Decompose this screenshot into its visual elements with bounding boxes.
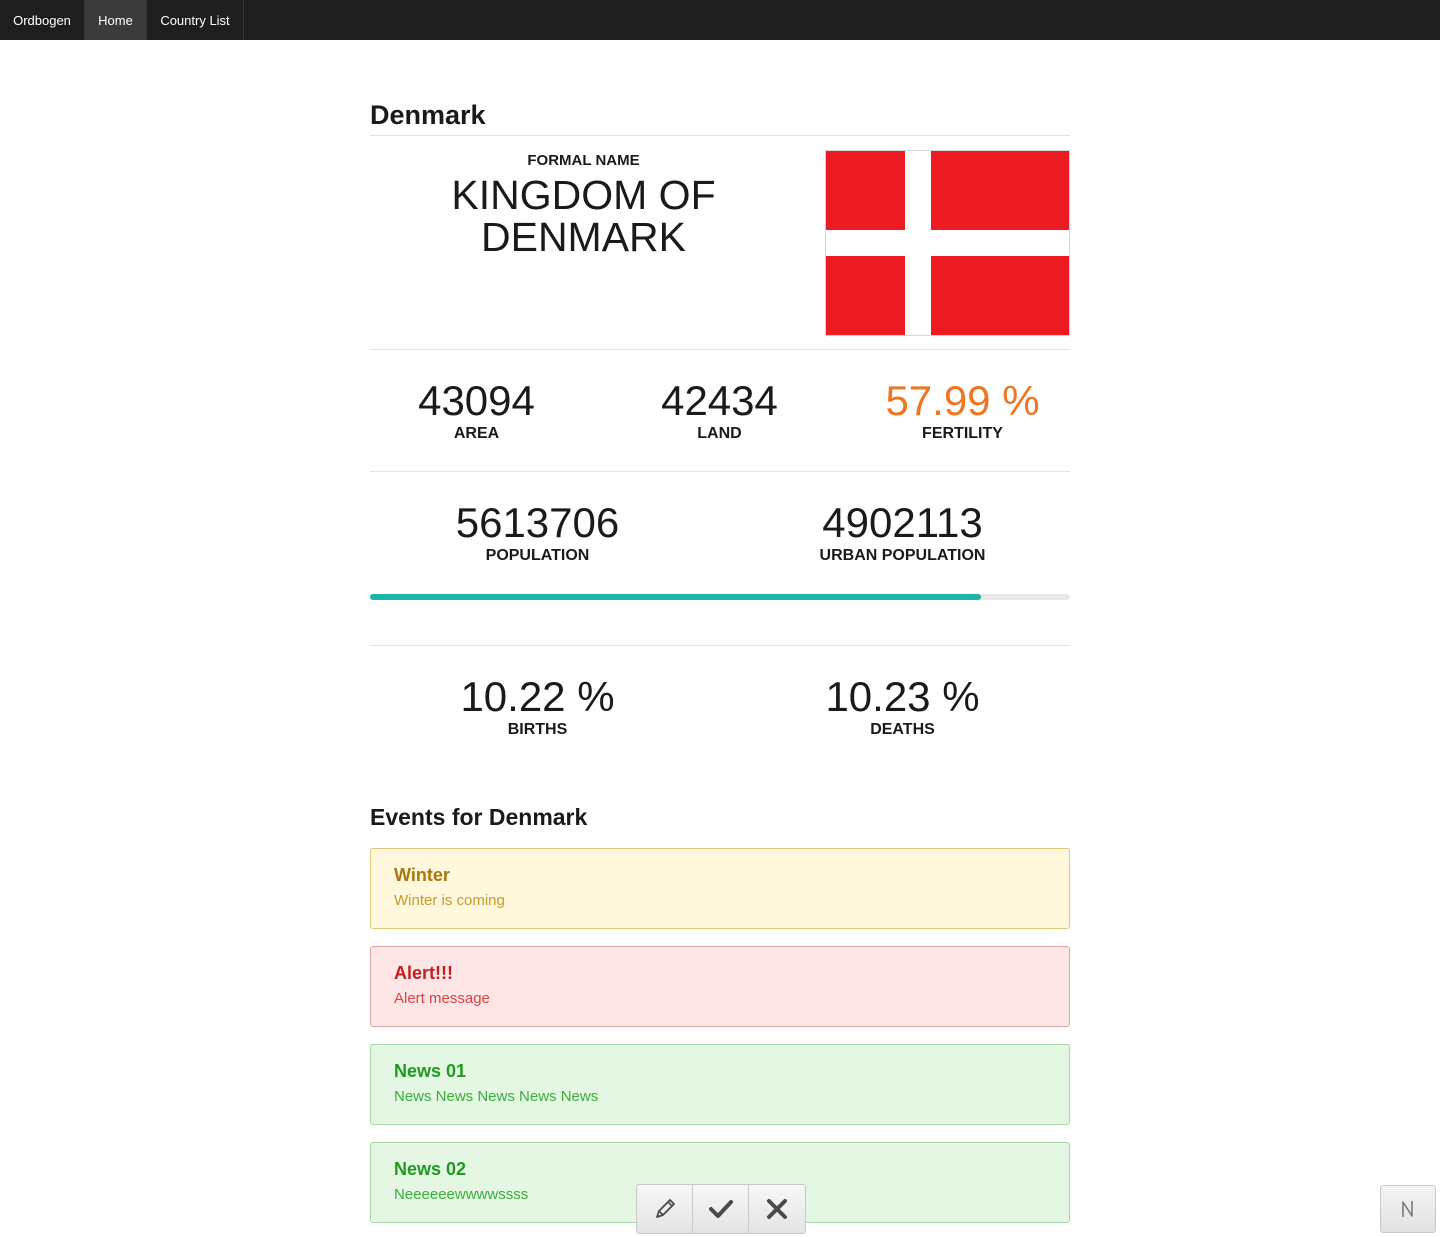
event-message: News News News News News xyxy=(394,1088,599,1105)
close-icon xyxy=(767,1199,787,1219)
urban-population-progress-fill xyxy=(370,594,982,600)
stat-fertility-value: 57.99 % xyxy=(885,377,1040,424)
brand-link[interactable]: Ordbogen xyxy=(0,0,85,40)
stat-births: 10.22 % BIRTHS xyxy=(370,674,705,740)
stat-deaths-value: 10.23 % xyxy=(825,673,980,720)
nav-item-home[interactable]: Home xyxy=(85,0,147,40)
stat-births-label: BIRTHS xyxy=(507,721,568,738)
event-title: Winter xyxy=(394,865,450,885)
event-card-warning: Winter Winter is coming xyxy=(370,848,1070,929)
stat-urban-population-value: 4902113 xyxy=(822,499,983,546)
top-navbar: Ordbogen Home Country List xyxy=(0,0,1440,40)
urban-population-progress xyxy=(370,594,1070,600)
stat-land-label: LAND xyxy=(697,425,742,442)
event-title: News 02 xyxy=(394,1159,467,1179)
stat-area-value: 43094 xyxy=(418,377,535,424)
stat-fertility-label: FERTILITY xyxy=(922,425,1003,442)
stat-births-value: 10.22 % xyxy=(460,673,615,720)
stat-land: 42434 LAND xyxy=(613,378,826,444)
stat-deaths: 10.23 % DEATHS xyxy=(735,674,1070,740)
event-title: News 01 xyxy=(394,1061,467,1081)
stat-urban-population-label: URBAN POPULATION xyxy=(819,547,986,564)
stat-population: 5613706 POPULATION xyxy=(370,500,705,566)
events-heading: Events for Denmark xyxy=(370,804,588,830)
formal-name-label: FORMAL NAME xyxy=(527,152,640,169)
formal-name-block: FORMAL NAME KINGDOM OF DENMARK xyxy=(370,152,797,258)
cancel-button[interactable] xyxy=(749,1185,805,1233)
corner-logo-button[interactable] xyxy=(1380,1185,1436,1233)
nav-item-country-list[interactable]: Country List xyxy=(147,0,244,40)
event-title: Alert!!! xyxy=(394,963,453,983)
country-flag xyxy=(825,150,1070,336)
pencil-icon xyxy=(655,1199,675,1218)
event-card-success: News 01 News News News News News xyxy=(370,1044,1070,1125)
stat-area: 43094 AREA xyxy=(370,378,583,444)
stat-population-value: 5613706 xyxy=(455,499,620,546)
divider xyxy=(370,471,1070,472)
stat-fertility: 57.99 % FERTILITY xyxy=(856,378,1069,444)
n-logo-icon xyxy=(1402,1201,1413,1217)
checkmark-icon xyxy=(708,1200,733,1218)
flag-cross-horizontal xyxy=(826,230,1069,256)
divider xyxy=(370,349,1070,350)
edit-button[interactable] xyxy=(637,1185,693,1233)
formal-name-line-1: KINGDOM OF xyxy=(451,172,716,218)
formal-name-value: KINGDOM OF DENMARK xyxy=(370,174,797,258)
stat-population-label: POPULATION xyxy=(485,547,590,564)
stat-area-label: AREA xyxy=(453,425,500,442)
stat-urban-population: 4902113 URBAN POPULATION xyxy=(735,500,1070,566)
page-title: Denmark xyxy=(370,98,1070,136)
stat-deaths-label: DEATHS xyxy=(870,721,935,738)
confirm-button[interactable] xyxy=(693,1185,749,1233)
event-message: Alert message xyxy=(394,990,490,1007)
stat-land-value: 42434 xyxy=(661,377,778,424)
event-card-danger: Alert!!! Alert message xyxy=(370,946,1070,1027)
formal-name-line-2: DENMARK xyxy=(480,214,687,260)
edit-toolbar xyxy=(636,1184,806,1234)
event-message: Winter is coming xyxy=(394,892,505,909)
divider xyxy=(370,645,1070,646)
